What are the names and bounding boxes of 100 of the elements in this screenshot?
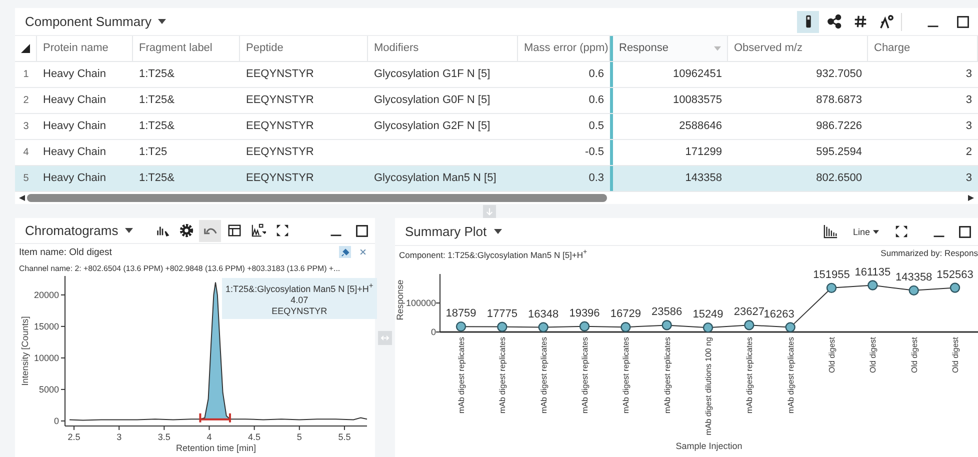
category-label: Old digest	[910, 337, 919, 374]
table-cell: EEQYNSTYR	[246, 68, 314, 80]
summarized-by-label: Summarized by: Respons	[880, 248, 978, 260]
category-label: mAb digest replicates	[539, 337, 548, 414]
table-cell: 0.5	[588, 120, 604, 132]
category-label: mAb digest replicates	[622, 337, 631, 414]
table-cell: Glycosylation Man5 N [5]	[374, 172, 496, 184]
table-cell: EEQYNSTYR	[246, 94, 314, 106]
table-cell: 2588646	[679, 120, 722, 132]
table-cell: 3	[966, 68, 972, 80]
x-tick-label: 3.5	[158, 432, 170, 442]
category-label: mAb digest replicates	[662, 337, 672, 414]
category-label: Old digest	[868, 337, 878, 374]
category-label: Old digest	[951, 337, 960, 374]
table-cell: 3	[966, 94, 972, 106]
value-label: 18759	[446, 308, 476, 320]
table-cell: 0.6	[588, 68, 604, 80]
x-tick-label: 5	[296, 432, 302, 442]
y-tick-label: 5000	[38, 384, 59, 394]
table-cell: 1:T25	[139, 146, 168, 158]
table-cell: 986.7226	[816, 120, 862, 132]
value-label: 161135	[854, 266, 891, 278]
y-tick-label: 0	[430, 327, 436, 337]
table-cell: 1:T25&	[139, 68, 174, 80]
table-cell: Heavy Chain	[43, 146, 106, 158]
category-label: mAb digest replicates	[580, 337, 590, 414]
x-tick-label: 4	[206, 432, 212, 442]
row-number: 2	[22, 94, 30, 108]
column-header[interactable]: Response	[610, 36, 728, 61]
table-cell: EEQYNSTYR	[246, 146, 314, 158]
table-cell: Heavy Chain	[43, 68, 106, 80]
annotation: 4.07	[290, 295, 310, 306]
table-row[interactable]: 5 Heavy Chain 1:T25& EEQYNSTYR Glycosylation Man5 N [5] 0.3 143358 802.6500 3	[15, 166, 978, 192]
category-label: mAb digest replicates	[457, 337, 466, 414]
value-label: 17775	[486, 308, 518, 320]
table-cell: -0.5	[585, 146, 604, 158]
column-header[interactable]: Modifiers	[368, 36, 518, 61]
category-label: mAb digest replicates	[745, 337, 754, 414]
row-number: 3	[22, 120, 30, 134]
table-cell: Glycosylation G2F N [5]	[374, 120, 490, 132]
value-label: 19396	[569, 307, 600, 320]
column-header[interactable]: Observed m/z	[728, 36, 868, 61]
row-number: 4	[22, 146, 30, 160]
component-label: Component: 1:T25&:Glycosylation Man5 N [5]+H$^{+}$	[399, 248, 588, 260]
category-label: mAb digest replicates	[498, 337, 508, 414]
category-label: mAb digest dilutions 100 ng	[704, 337, 713, 436]
table-cell: 1:T25&	[139, 120, 174, 132]
panel-title[interactable]: Summary Plot	[405, 224, 487, 239]
value-label: 16348	[528, 308, 559, 320]
table-cell: Heavy Chain	[43, 172, 106, 184]
table-cell: Heavy Chain	[43, 94, 106, 106]
table-cell: 878.6873	[816, 94, 862, 106]
column-header[interactable]: Peptide	[240, 36, 368, 61]
x-tick-label: 4.5	[248, 432, 261, 442]
value-label: 23627	[734, 306, 764, 318]
table-cell: EEQYNSTYR	[246, 172, 314, 184]
x-tick-label: 3	[116, 432, 122, 442]
table-cell: 143358	[685, 172, 722, 184]
table-row[interactable]: 3 Heavy Chain 1:T25& EEQYNSTYR Glycosylation G2F N [5] 0.5 2588646 986.7226 3	[15, 114, 978, 140]
row-number: 1	[22, 68, 30, 82]
value-label: 15249	[692, 308, 724, 321]
value-label: 16729	[610, 308, 641, 320]
table-cell: Glycosylation G1F N [5]	[374, 68, 490, 80]
table-cell: 10083575	[673, 94, 722, 106]
x-tick-label: 5.5	[338, 432, 351, 442]
value-label: 23586	[652, 306, 682, 318]
table-cell: 0.3	[588, 172, 604, 184]
value-label: 16263	[764, 308, 794, 320]
table-row[interactable]: 2 Heavy Chain 1:T25& EEQYNSTYR Glycosylation G0F N [5] 0.6 10083575 878.6873 3	[15, 88, 978, 114]
annotation: 1:T25&:Glycosylation Man5 N [5]+H$^{+}$	[226, 280, 374, 295]
value-label: 143358	[895, 271, 932, 284]
column-header[interactable]: Protein name	[37, 36, 133, 61]
category-label: Old digest	[828, 337, 836, 374]
table-cell: 1:T25&	[139, 94, 174, 106]
y-tick-label: 0	[54, 416, 59, 426]
chart-type-dropdown[interactable]: Line	[850, 222, 882, 240]
table-cell: Heavy Chain	[43, 120, 106, 132]
column-header[interactable]: Charge	[868, 36, 978, 61]
table-cell: 171299	[685, 146, 722, 158]
panel-title[interactable]: Component Summary	[25, 14, 152, 29]
x-axis-label: Retention time [min]	[176, 443, 256, 453]
panel-title[interactable]: Chromatograms	[25, 223, 118, 238]
x-tick-label: 2.5	[68, 432, 80, 442]
table-row[interactable]: 1 Heavy Chain 1:T25& EEQYNSTYR Glycosylation G1F N [5] 0.6 10962451 932.7050 3	[15, 62, 978, 88]
table-cell: 3	[966, 172, 972, 184]
value-label: 152563	[936, 268, 974, 281]
x-axis-label: Sample Injection	[676, 441, 742, 451]
category-label: mAb digest replicates	[786, 337, 796, 414]
table-cell: 0.6	[588, 94, 604, 106]
table-cell: 1:T25&	[139, 172, 174, 184]
row-number: 5	[22, 172, 30, 186]
table-cell: 595.2594	[816, 146, 862, 158]
item-name-label: Item name: Old digest	[19, 246, 112, 258]
y-axis-label: Intensity [Counts]	[20, 316, 30, 386]
table-cell: 2	[966, 146, 972, 158]
y-tick-label: 20000	[34, 290, 59, 300]
table-cell: 3	[966, 120, 972, 132]
table-cell: EEQYNSTYR	[246, 120, 314, 132]
annotation: EEQYNSTYR	[270, 306, 328, 317]
column-header[interactable]: Fragment label	[133, 36, 240, 61]
